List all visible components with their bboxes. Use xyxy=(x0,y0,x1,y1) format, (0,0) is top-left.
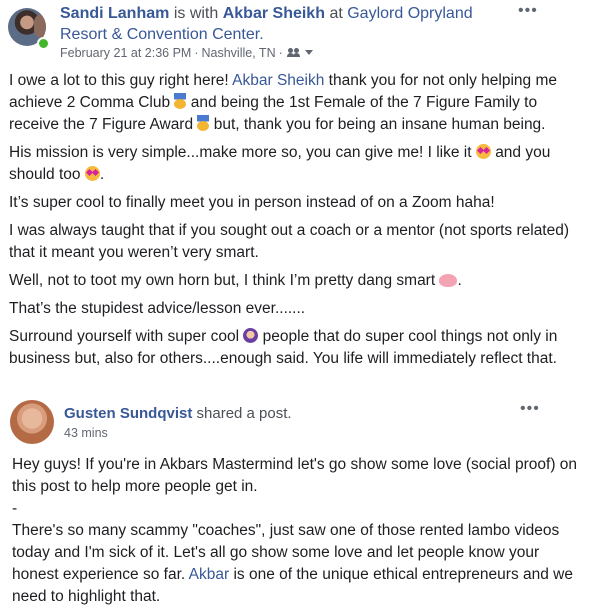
post-options-button[interactable]: ••• xyxy=(518,3,538,19)
post-paragraph: His mission is very simple...make more s… xyxy=(9,142,589,186)
with-text: is with xyxy=(173,5,219,22)
shared-post-body: Hey guys! If you're in Akbars Mastermind… xyxy=(12,454,582,608)
shared-paragraph: - xyxy=(12,500,18,517)
medal-emoji-icon xyxy=(197,115,210,131)
meta-separator: · xyxy=(278,46,283,60)
post-header: Sandi Lanham is with Akbar Sheikh at Gay… xyxy=(0,0,600,66)
post-paragraph: I owe a lot to this guy right here! Akba… xyxy=(9,70,589,136)
paragraph-text: His mission is very simple...make more s… xyxy=(9,144,472,161)
post-title-line: Sandi Lanham is with Akbar Sheikh at Gay… xyxy=(60,3,520,45)
avatar-second-face xyxy=(34,14,46,38)
medal-emoji-icon xyxy=(174,93,187,109)
star-struck-emoji-icon xyxy=(84,166,100,181)
woman-emoji-icon xyxy=(243,328,259,343)
shared-paragraph: Hey guys! If you're in Akbars Mastermind… xyxy=(12,456,578,495)
author-name-link[interactable]: Sandi Lanham xyxy=(60,5,169,22)
post-paragraph: It’s super cool to finally meet you in p… xyxy=(9,194,495,211)
shared-author-avatar[interactable] xyxy=(10,400,54,444)
shared-options-button[interactable]: ••• xyxy=(520,401,540,417)
shared-timestamp[interactable]: 43 mins xyxy=(64,426,108,440)
shared-post-title: Gusten Sundqvist shared a post. xyxy=(64,404,292,423)
shared-action-text: shared a post. xyxy=(196,405,292,422)
tagged-person-link[interactable]: Akbar Sheikh xyxy=(223,5,325,22)
paragraph-text: . xyxy=(457,272,462,289)
paragraph-text: Well, not to toot my own horn but, I thi… xyxy=(9,272,436,289)
paragraph-text: . xyxy=(99,166,105,183)
shared-post: Gusten Sundqvist shared a post. 43 mins … xyxy=(0,400,600,605)
paragraph-text: but, thank you for being an insane human… xyxy=(213,116,546,133)
mention-link[interactable]: Akbar xyxy=(189,566,230,583)
post-paragraph: Surround yourself with super cool people… xyxy=(9,326,589,370)
brain-emoji-icon xyxy=(439,274,458,287)
at-text: at xyxy=(329,5,343,22)
meta-separator: · xyxy=(194,46,199,60)
mention-link[interactable]: Akbar Sheikh xyxy=(232,72,324,89)
online-status-dot xyxy=(37,37,50,50)
chevron-down-icon[interactable] xyxy=(304,50,313,55)
post-paragraph: I was always taught that if you sought o… xyxy=(9,222,570,261)
friends-icon[interactable] xyxy=(286,48,302,58)
shared-paragraph: There's so many scammy "coaches", just s… xyxy=(12,520,582,608)
paragraph-text: I owe a lot to this guy right here! xyxy=(9,72,229,89)
shared-author-name-link[interactable]: Gusten Sundqvist xyxy=(64,405,192,422)
post-timestamp[interactable]: February 21 at 2:36 PM xyxy=(60,46,191,60)
post-paragraph: Well, not to toot my own horn but, I thi… xyxy=(9,270,589,292)
post-paragraph: That’s the stupidest advice/lesson ever.… xyxy=(9,300,306,317)
post-city[interactable]: Nashville, TN xyxy=(202,46,276,60)
paragraph-text: Surround yourself with super cool xyxy=(9,328,240,345)
star-struck-emoji-icon xyxy=(475,144,491,159)
post-meta: February 21 at 2:36 PM · Nashville, TN · xyxy=(60,45,313,61)
post-body: I owe a lot to this guy right here! Akba… xyxy=(9,70,589,376)
